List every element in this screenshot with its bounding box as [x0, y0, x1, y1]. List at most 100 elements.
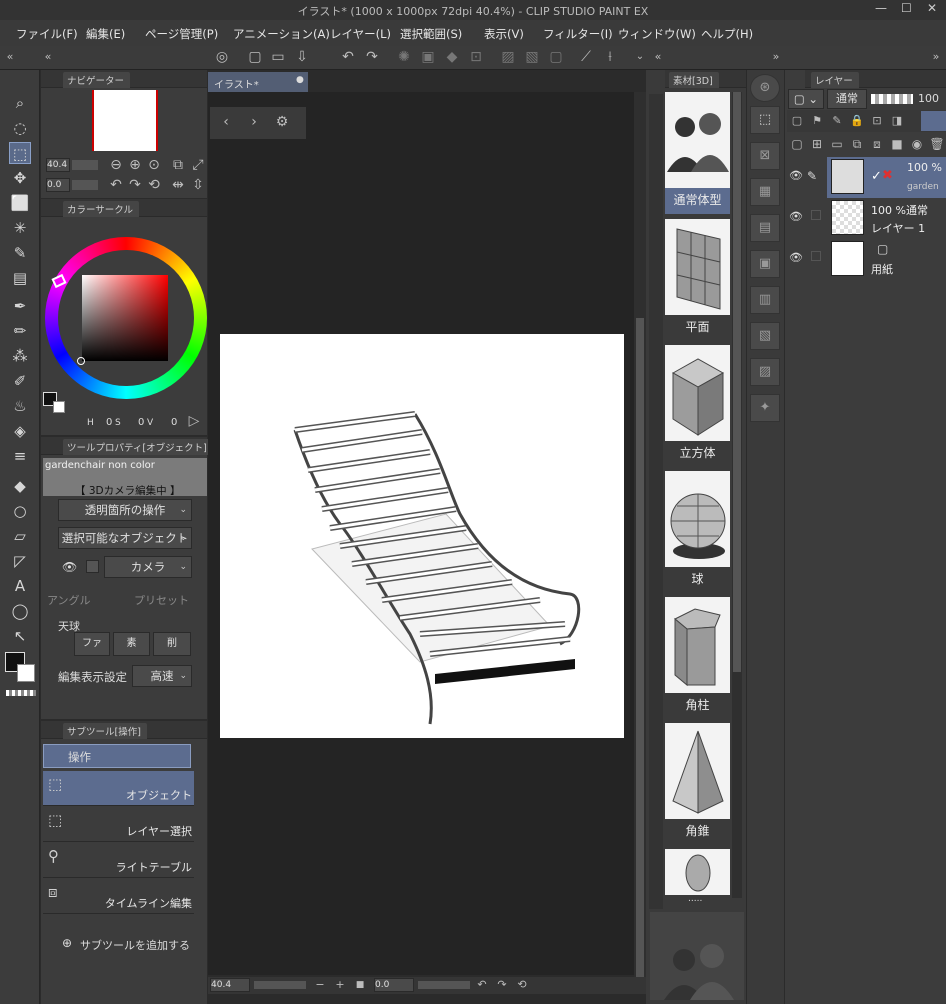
eye-icon[interactable]: 👁	[62, 560, 77, 574]
subtool-item-light-table[interactable]: ⚲ ライトテーブル	[43, 843, 194, 878]
menu-help[interactable]: ヘルプ(H)	[701, 26, 753, 42]
selectable-object-dropdown[interactable]: 選択可能なオブジェクト ⌄	[58, 527, 192, 549]
menu-view[interactable]: 表示(V)	[484, 26, 524, 42]
material-3d-icon[interactable]: ⬚	[750, 106, 780, 134]
open-file-icon[interactable]: ▭	[268, 48, 288, 66]
rotate-left-icon[interactable]: ↶	[106, 176, 126, 194]
show-ruler-icon[interactable]	[921, 111, 946, 131]
eyedropper-icon[interactable]: ✎	[9, 242, 31, 264]
layer-row-3d[interactable]: 👁 ✎ ✓ ✖ 100 % garden	[785, 157, 946, 198]
navigator-rotation-slider[interactable]	[72, 180, 98, 190]
camera-checkbox[interactable]	[86, 560, 99, 573]
transform-icon[interactable]: ⊡	[466, 48, 486, 66]
material-icon[interactable]: ▥	[750, 286, 780, 314]
saturation-value-square[interactable]	[82, 275, 168, 361]
canvas-document[interactable]	[220, 334, 624, 738]
lock-icon[interactable]: 🔒	[847, 112, 867, 130]
material-icon[interactable]: ✦	[750, 394, 780, 422]
eye-icon[interactable]: 👁	[789, 169, 803, 182]
navigator-tab[interactable]: ナビゲーター	[63, 72, 131, 88]
menu-window[interactable]: ウィンドウ(W)	[618, 26, 696, 42]
material-scrollbar[interactable]	[732, 92, 742, 898]
angle-label[interactable]: アングル	[47, 592, 91, 608]
brush-icon[interactable]: ✐	[9, 370, 31, 392]
opacity-value[interactable]: 100	[918, 92, 939, 105]
figure-icon[interactable]: ○	[9, 500, 31, 522]
snap-brush-icon[interactable]: ⟊	[600, 48, 620, 66]
deselect-icon[interactable]: ▨	[498, 48, 518, 66]
clear-outside-icon[interactable]: ▣	[418, 48, 438, 66]
fill-tool-icon[interactable]: ◆	[9, 475, 31, 497]
canvas-vertical-scrollbar[interactable]	[634, 92, 646, 978]
expand-right-icon[interactable]: »	[926, 48, 946, 66]
draft-icon[interactable]: ✎	[827, 112, 847, 130]
zoom-in-icon[interactable]: +	[330, 976, 350, 994]
opacity-slider[interactable]	[871, 94, 913, 104]
tool-property-tab[interactable]: ツールプロパティ[オブジェクト]	[63, 439, 213, 455]
expand-right-icon[interactable]: »	[766, 48, 786, 66]
select-all-icon[interactable]: ▢	[546, 48, 566, 66]
correct-line-icon[interactable]: ↖	[9, 625, 31, 647]
subtool-tab[interactable]: サブツール[操作]	[63, 723, 147, 739]
mask-icon[interactable]: ◨	[887, 112, 907, 130]
sub-color-mini[interactable]	[53, 401, 65, 413]
clip-studio-icon[interactable]: ◎	[212, 48, 232, 66]
snap-ruler-icon[interactable]: ⟋	[576, 48, 596, 66]
menu-filter[interactable]: フィルター(I)	[543, 26, 613, 42]
close-icon[interactable]: ●	[296, 75, 304, 85]
move-layer-icon[interactable]: ✥	[9, 167, 31, 189]
minimize-button[interactable]: —	[875, 1, 887, 15]
pencil-icon[interactable]: ✏	[9, 320, 31, 342]
subtool-group-button[interactable]: 操作	[43, 744, 191, 768]
celestial-material-button[interactable]: 素	[113, 632, 150, 656]
fit-window-icon[interactable]: ⤢	[188, 156, 208, 174]
blend-mode-dropdown[interactable]: 通常	[827, 89, 867, 109]
zoom-out-icon[interactable]: −	[310, 976, 330, 994]
celestial-delete-button[interactable]: 削	[153, 632, 191, 656]
collapse-left-icon[interactable]: «	[648, 48, 668, 66]
collapse-left-icon[interactable]: «	[0, 48, 20, 66]
layer-color-dropdown[interactable]: ▢ ⌄	[788, 89, 824, 109]
fit-icon[interactable]: ■	[350, 976, 370, 994]
menu-layer[interactable]: レイヤー(L)	[330, 26, 391, 42]
eye-icon[interactable]: 👁	[789, 210, 803, 223]
gradient-icon[interactable]: ▤	[9, 267, 31, 289]
menu-edit[interactable]: 編集(E)	[86, 26, 125, 42]
rotate-right-icon[interactable]: ↷	[492, 976, 512, 994]
layer-tab[interactable]: レイヤー	[811, 72, 859, 88]
status-zoom-slider[interactable]	[254, 981, 306, 989]
garden-chair-3d-model[interactable]	[220, 334, 624, 738]
navigator-icon[interactable]: ⊛	[750, 74, 780, 102]
operation-tool-icon[interactable]: ⬚	[9, 142, 31, 164]
invert-selection-icon[interactable]: ▧	[522, 48, 542, 66]
material-item-body[interactable]: 通常体型	[665, 92, 730, 214]
preset-label[interactable]: プリセット	[134, 592, 189, 608]
zoom-tool-icon[interactable]: ⌕	[9, 92, 31, 114]
material-item-cube[interactable]: 立方体	[665, 345, 730, 467]
layer-row-raster[interactable]: 👁 100 %通常 レイヤー 1	[785, 198, 946, 239]
wrench-icon[interactable]: ⚙	[272, 113, 292, 131]
actual-size-icon[interactable]: ⧉	[168, 156, 188, 174]
navigator-zoom-slider[interactable]	[72, 160, 98, 170]
clip-icon[interactable]: ▢	[787, 112, 807, 130]
close-button[interactable]: ✕	[927, 1, 937, 15]
material-icon[interactable]: ⊠	[750, 142, 780, 170]
sub-color-swatch[interactable]	[17, 664, 35, 682]
menu-selection[interactable]: 選択範囲(S)	[400, 26, 462, 42]
reset-rotation-icon[interactable]: ⟲	[144, 176, 164, 194]
chevron-down-icon[interactable]: ⌄	[630, 48, 650, 66]
navigator-zoom-field[interactable]: 40.4	[46, 158, 70, 172]
color-mode-icon[interactable]: ▷	[184, 412, 204, 430]
transparent-color-icon[interactable]	[6, 690, 36, 696]
celestial-file-button[interactable]: ファ	[74, 632, 110, 656]
ruler-icon[interactable]: ◸	[9, 550, 31, 572]
canvas-tab[interactable]: イラスト* ●	[208, 72, 308, 92]
material-item-plane[interactable]: 平面	[665, 219, 730, 341]
subtool-item-timeline[interactable]: ⧈ タイムライン編集	[43, 879, 194, 914]
lock-alpha-icon[interactable]: ⊡	[867, 112, 887, 130]
clear-icon[interactable]: ✺	[394, 48, 414, 66]
eye-icon[interactable]: 👁	[789, 251, 803, 264]
apply-mask-icon[interactable]: ◉	[907, 135, 927, 153]
add-icon[interactable]: ⊕	[62, 936, 72, 950]
material-item-figure[interactable]	[665, 849, 730, 895]
